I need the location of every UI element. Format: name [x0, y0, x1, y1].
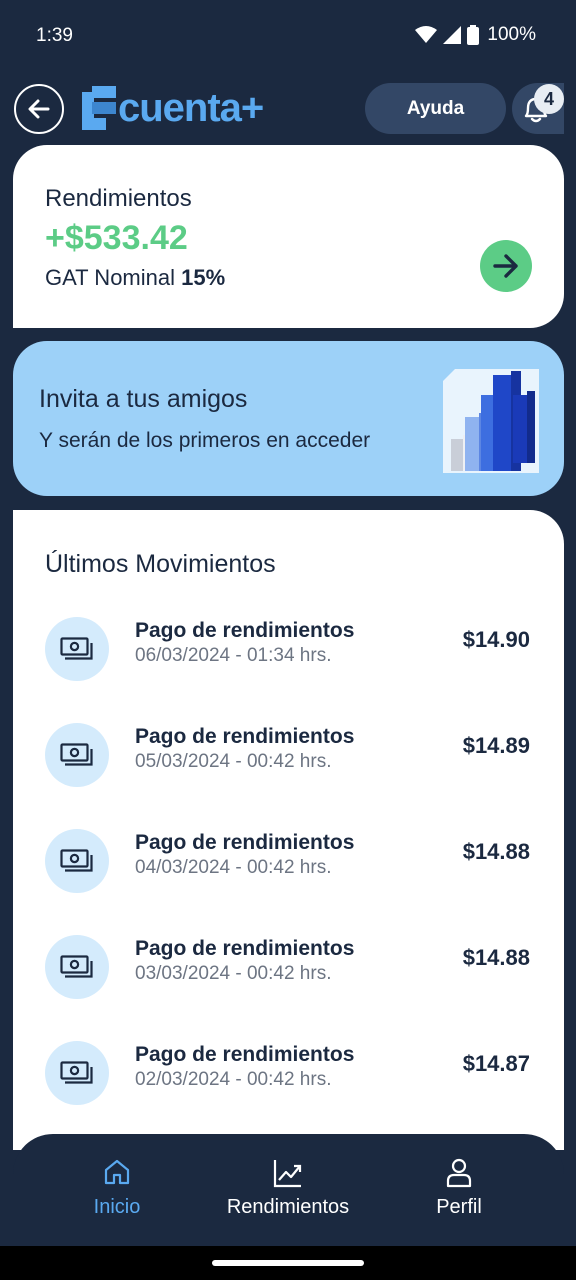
movement-amount: $14.89 [462, 733, 530, 758]
nav-label-inicio: Inicio [93, 1196, 141, 1218]
movement-icon-bg [45, 1041, 109, 1105]
movement-amount: $14.88 [462, 839, 530, 864]
movement-icon-bg [45, 617, 109, 681]
movements-panel: Últimos Movimientos Pago de rendimientos… [13, 510, 564, 1150]
cash-icon [60, 1061, 93, 1084]
gat-label: GAT Nominal [45, 265, 176, 290]
user-icon [446, 1158, 472, 1188]
earnings-amount: +$533.42 [45, 219, 188, 257]
movement-amount: $14.87 [462, 1051, 530, 1076]
nav-item-perfil[interactable]: Perfil [379, 1134, 539, 1246]
cash-icon [60, 743, 93, 766]
movement-title: Pago de rendimientos [135, 831, 355, 854]
gat-value: 15% [181, 265, 226, 290]
cash-icon [60, 955, 93, 978]
earnings-detail-button[interactable] [480, 240, 532, 292]
help-button[interactable]: Ayuda [365, 83, 506, 134]
movement-icon-bg [45, 829, 109, 893]
earnings-card[interactable]: Rendimientos +$533.42 GAT Nominal 15% [13, 145, 564, 328]
invite-banner[interactable]: Invita a tus amigos Y serán de los prime… [13, 341, 564, 496]
arrow-left-icon [28, 99, 50, 119]
growth-chart-illustration [443, 369, 539, 473]
movement-amount: $14.88 [462, 945, 530, 970]
movement-row[interactable]: Pago de rendimientos 04/03/2024 - 00:42 … [13, 829, 564, 909]
movement-date: 02/03/2024 - 00:42 hrs. [135, 1069, 332, 1090]
nav-label-rendimientos: Rendimientos [226, 1196, 350, 1218]
back-button[interactable] [14, 84, 64, 134]
gat-line: GAT Nominal 15% [45, 265, 225, 291]
cash-icon [60, 637, 93, 660]
movement-row[interactable]: Pago de rendimientos 05/03/2024 - 00:42 … [13, 723, 564, 803]
wifi-icon [415, 26, 438, 43]
movement-date: 06/03/2024 - 01:34 hrs. [135, 645, 332, 666]
movement-row[interactable]: Pago de rendimientos 06/03/2024 - 01:34 … [13, 617, 564, 697]
home-gesture-handle[interactable] [212, 1260, 364, 1266]
movement-icon-bg [45, 723, 109, 787]
movement-title: Pago de rendimientos [135, 619, 355, 642]
app-header: cuenta+ Ayuda [0, 80, 576, 140]
notification-badge: 4 [534, 84, 564, 114]
movement-title: Pago de rendimientos [135, 1043, 355, 1066]
nav-item-rendimientos[interactable]: Rendimientos [208, 1134, 368, 1246]
logo-text: cuenta+ [118, 86, 264, 130]
status-bar: 1:39 100% [0, 0, 576, 72]
battery-percent: 100% [487, 24, 536, 45]
nav-item-inicio[interactable]: Inicio [37, 1134, 197, 1246]
movement-date: 03/03/2024 - 00:42 hrs. [135, 963, 332, 984]
home-icon [104, 1159, 130, 1185]
movement-title: Pago de rendimientos [135, 937, 355, 960]
earnings-title: Rendimientos [45, 185, 192, 212]
movement-date: 05/03/2024 - 00:42 hrs. [135, 751, 332, 772]
bottom-nav: Inicio Rendimientos Perfil [13, 1134, 564, 1246]
movement-row[interactable]: Pago de rendimientos 03/03/2024 - 00:42 … [13, 935, 564, 1015]
movement-title: Pago de rendimientos [135, 725, 355, 748]
app-logo: cuenta+ [82, 86, 264, 130]
movement-amount: $14.90 [462, 627, 530, 652]
movements-title: Últimos Movimientos [45, 550, 276, 578]
invite-subtitle: Y serán de los primeros en acceder [39, 429, 371, 452]
system-gesture-bar [0, 1246, 576, 1280]
chart-icon [273, 1160, 302, 1188]
logo-mark-icon [82, 86, 116, 130]
invite-title: Invita a tus amigos [39, 385, 248, 413]
arrow-right-icon [493, 254, 518, 278]
battery-icon [467, 25, 480, 45]
movement-icon-bg [45, 935, 109, 999]
signal-icon [443, 26, 462, 44]
status-indicators: 100% [415, 24, 536, 46]
movement-row[interactable]: Pago de rendimientos 02/03/2024 - 00:42 … [13, 1041, 564, 1121]
nav-label-perfil: Perfil [436, 1196, 482, 1218]
status-time: 1:39 [36, 25, 73, 46]
cash-icon [60, 849, 93, 872]
movement-date: 04/03/2024 - 00:42 hrs. [135, 857, 332, 878]
